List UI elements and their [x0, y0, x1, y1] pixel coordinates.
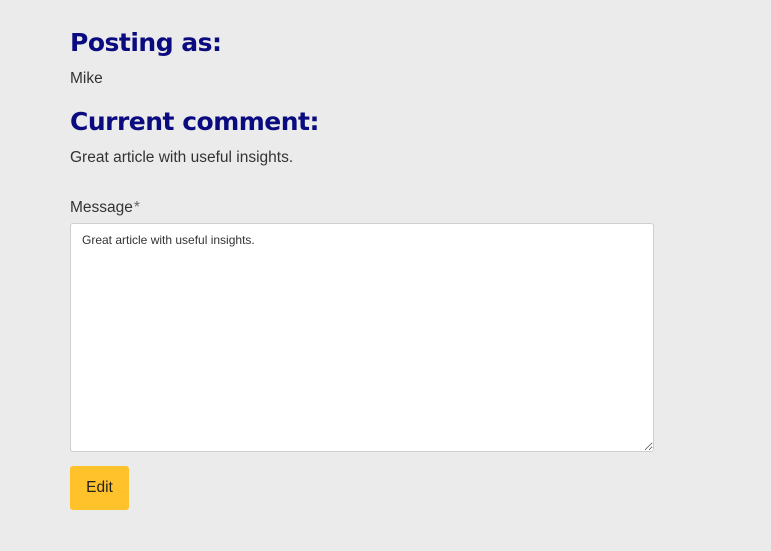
- message-label-text: Message: [70, 199, 133, 216]
- message-textarea[interactable]: Great article with useful insights.: [70, 223, 654, 452]
- current-comment-heading: Current comment:: [70, 107, 320, 136]
- required-marker: *: [133, 199, 140, 216]
- username-text: Mike: [70, 70, 103, 87]
- edit-button[interactable]: Edit: [70, 466, 129, 510]
- current-comment-text: Great article with useful insights.: [70, 149, 294, 166]
- posting-as-heading: Posting as:: [70, 28, 222, 57]
- message-label: Message*: [70, 199, 140, 217]
